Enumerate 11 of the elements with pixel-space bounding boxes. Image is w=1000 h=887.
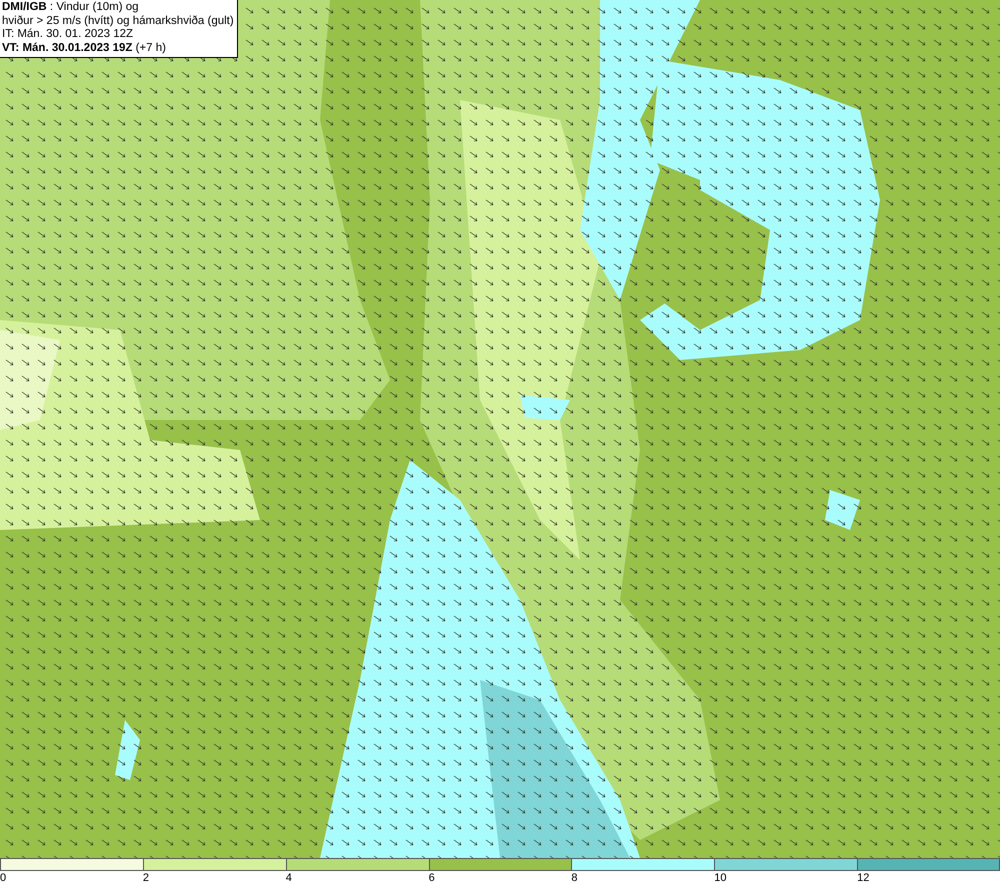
header-text: IT: Mán. 30. 01. 2023 12Z — [2, 28, 134, 42]
legend-tick-label: 6 — [428, 871, 435, 885]
legend-tick-label: 2 — [142, 871, 149, 885]
header-text: VT: Mán. 30.01.2023 19Z (+7 h) — [2, 42, 167, 55]
legend-tick-label: 10 — [714, 871, 727, 885]
legend-tick-label: 12 — [857, 871, 870, 885]
header-text: hviður > 25 m/s (hvítt) og hámarkshviða (gult) — [2, 14, 234, 28]
header-text: DMI/IGB : Vindur (10m) og — [2, 1, 140, 14]
legend-tick-label: 4 — [286, 871, 292, 885]
legend-tick-label: 8 — [571, 871, 578, 885]
legend-tick-label: 0 — [0, 871, 6, 885]
